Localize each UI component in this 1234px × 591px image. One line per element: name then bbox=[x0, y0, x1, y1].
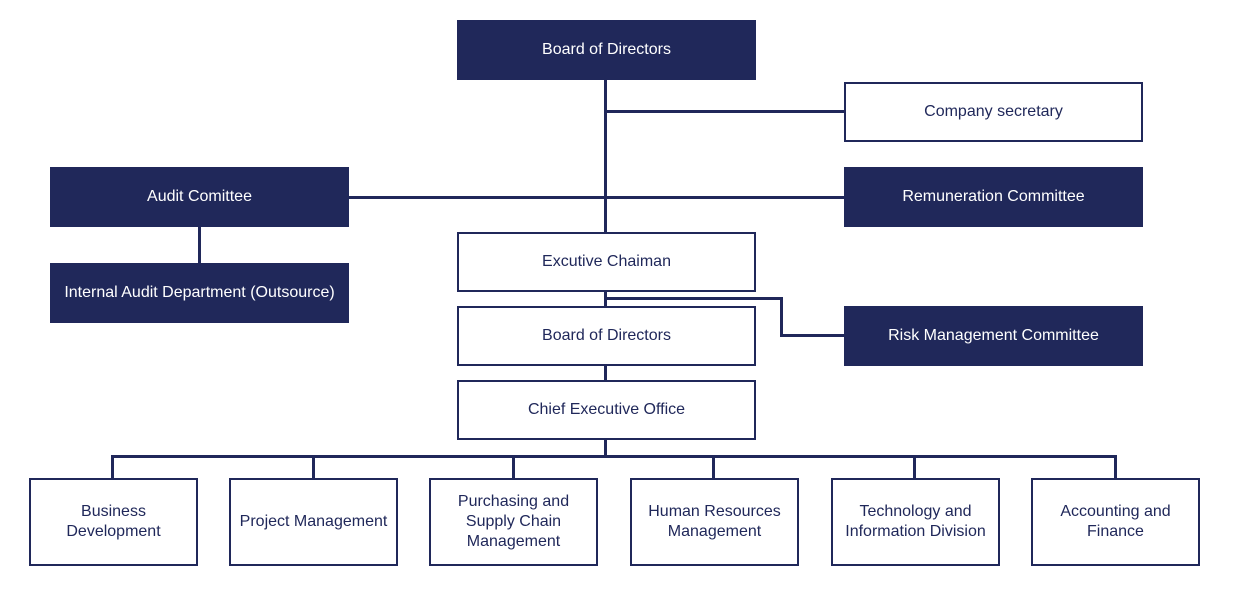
node-executive-chairman: Excutive Chaiman bbox=[457, 232, 756, 292]
node-department: Project Management bbox=[229, 478, 398, 566]
connector-board-trunk bbox=[604, 79, 607, 234]
node-department: Accounting and Finance bbox=[1031, 478, 1200, 566]
node-board-of-directors: Board of Directors bbox=[457, 20, 756, 80]
node-department: Purchasing and Supply Chain Management bbox=[429, 478, 598, 566]
connector-company-secretary bbox=[604, 110, 845, 113]
connector-dept-4 bbox=[712, 455, 715, 480]
node-ceo: Chief Executive Office bbox=[457, 380, 756, 440]
connector-dept-2 bbox=[312, 455, 315, 480]
node-department: Human Resources Management bbox=[630, 478, 799, 566]
node-risk-management: Risk Management Committee bbox=[844, 306, 1143, 366]
connector-risk-v bbox=[780, 297, 783, 336]
connector-dept-3 bbox=[512, 455, 515, 480]
connector-dept-6 bbox=[1114, 455, 1117, 480]
connector-departments-bus bbox=[111, 455, 1117, 458]
connector-risk-h1 bbox=[604, 297, 782, 300]
node-internal-audit: Internal Audit Department (Outsource) bbox=[50, 263, 349, 323]
connector-risk-h2 bbox=[780, 334, 845, 337]
node-audit-committee: Audit Comittee bbox=[50, 167, 349, 227]
node-remuneration-committee: Remuneration Committee bbox=[844, 167, 1143, 227]
connector-internal-audit bbox=[198, 226, 201, 264]
node-board-of-directors-2: Board of Directors bbox=[457, 306, 756, 366]
node-department: Business Development bbox=[29, 478, 198, 566]
connector-committees bbox=[348, 196, 845, 199]
node-department: Technology and Information Division bbox=[831, 478, 1000, 566]
node-company-secretary: Company secretary bbox=[844, 82, 1143, 142]
connector-dept-5 bbox=[913, 455, 916, 480]
connector-dept-1 bbox=[111, 455, 114, 480]
